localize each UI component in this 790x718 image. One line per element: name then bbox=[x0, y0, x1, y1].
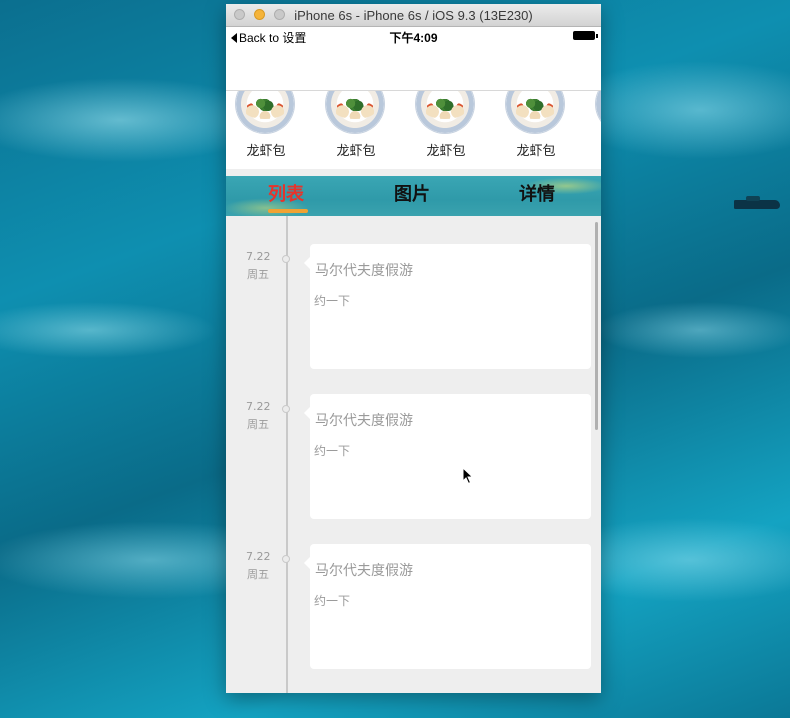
timeline-entry: 7.22 周五 马尔代夫度假游 约一下 bbox=[226, 244, 601, 374]
status-time: 下午4:09 bbox=[389, 31, 438, 45]
food-label: 龙虾包 bbox=[336, 144, 376, 159]
window-title-bar: iPhone 6s - iPhone 6s / iOS 9.3 (13E230) bbox=[226, 4, 601, 27]
timeline-entry: 7.22 周五 马尔代夫度假游 约一下 bbox=[226, 544, 601, 674]
background-boat bbox=[734, 196, 780, 209]
entry-title: 马尔代夫度假游 bbox=[315, 413, 413, 429]
entry-date: 7.22 bbox=[246, 250, 271, 263]
entry-weekday: 周五 bbox=[247, 268, 269, 281]
food-label: 龙虾包 bbox=[516, 144, 556, 159]
food-dish-icon bbox=[596, 91, 601, 133]
entry-subtitle: 约一下 bbox=[314, 444, 351, 458]
tab-details[interactable]: 详情 bbox=[519, 180, 555, 206]
entry-card[interactable]: 马尔代夫度假游 约一下 bbox=[304, 394, 591, 519]
navigation-bar bbox=[226, 45, 601, 91]
entry-title: 马尔代夫度假游 bbox=[315, 563, 413, 579]
window-title: iPhone 6s - iPhone 6s / iOS 9.3 (13E230) bbox=[294, 8, 533, 23]
entry-weekday: 周五 bbox=[247, 568, 269, 581]
timeline-dot bbox=[282, 555, 290, 563]
entry-subtitle: 约一下 bbox=[314, 594, 351, 608]
entry-card[interactable]: 马尔代夫度假游 约一下 bbox=[304, 544, 591, 669]
simulator-window: iPhone 6s - iPhone 6s / iOS 9.3 (13E230)… bbox=[226, 4, 601, 693]
food-carousel[interactable]: 龙虾包 龙虾包 龙虾包 龙虾包 bbox=[226, 91, 601, 169]
timeline-list[interactable]: 7.22 周五 马尔代夫度假游 约一下 7.22 周五 马尔代夫度假游 约一下 … bbox=[226, 216, 601, 693]
entry-weekday: 周五 bbox=[247, 418, 269, 431]
entry-date: 7.22 bbox=[246, 550, 271, 563]
food-dish-icon bbox=[326, 91, 384, 133]
timeline-entry: 7.22 周五 马尔代夫度假游 约一下 bbox=[226, 394, 601, 524]
status-bar: Back to 设置 下午4:09 bbox=[226, 27, 601, 45]
timeline-dot bbox=[282, 255, 290, 263]
food-label: 龙虾包 bbox=[426, 144, 466, 159]
food-dish-icon bbox=[506, 91, 564, 133]
entry-title: 马尔代夫度假游 bbox=[315, 263, 413, 279]
segmented-tab-bar: 列表 图片 详情 bbox=[226, 176, 601, 216]
tab-selected-indicator bbox=[268, 209, 308, 213]
tab-list[interactable]: 列表 bbox=[268, 180, 304, 206]
vertical-scrollbar[interactable] bbox=[595, 222, 598, 430]
food-label: 龙虾包 bbox=[246, 144, 286, 159]
tab-pictures[interactable]: 图片 bbox=[394, 180, 430, 206]
entry-date: 7.22 bbox=[246, 400, 271, 413]
entry-subtitle: 约一下 bbox=[314, 294, 351, 308]
food-dish-icon bbox=[416, 91, 474, 133]
battery-icon bbox=[573, 31, 598, 40]
timeline-dot bbox=[282, 405, 290, 413]
entry-card[interactable]: 马尔代夫度假游 约一下 bbox=[304, 244, 591, 369]
food-dish-icon bbox=[236, 91, 294, 133]
